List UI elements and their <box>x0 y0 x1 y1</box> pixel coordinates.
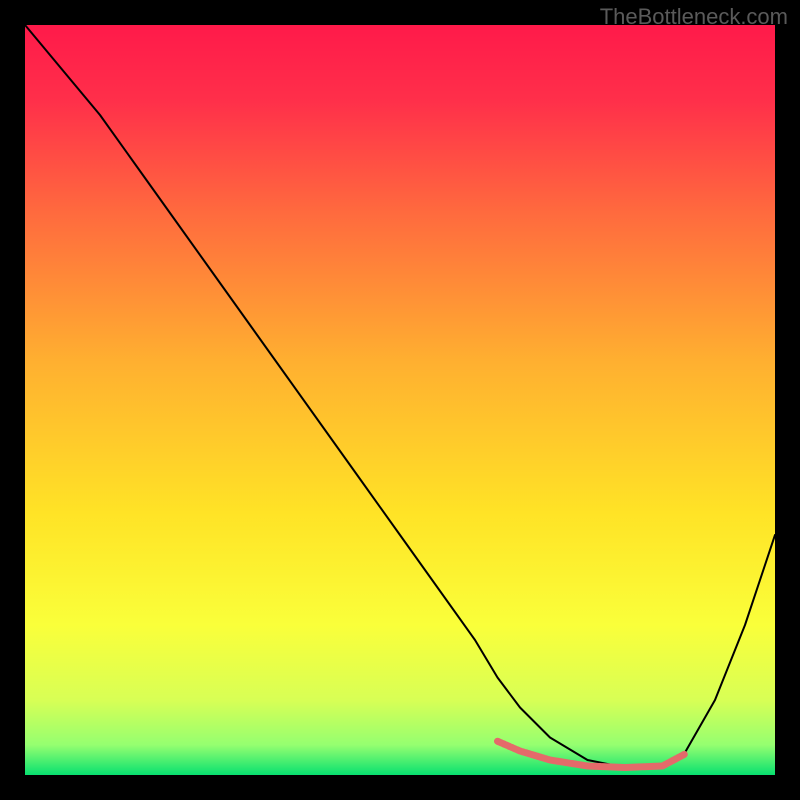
chart-lines <box>25 25 775 775</box>
optimal-range-marker <box>498 741 686 767</box>
watermark-text: TheBottleneck.com <box>600 4 788 30</box>
bottleneck-curve <box>25 25 775 768</box>
plot-area <box>25 25 775 775</box>
